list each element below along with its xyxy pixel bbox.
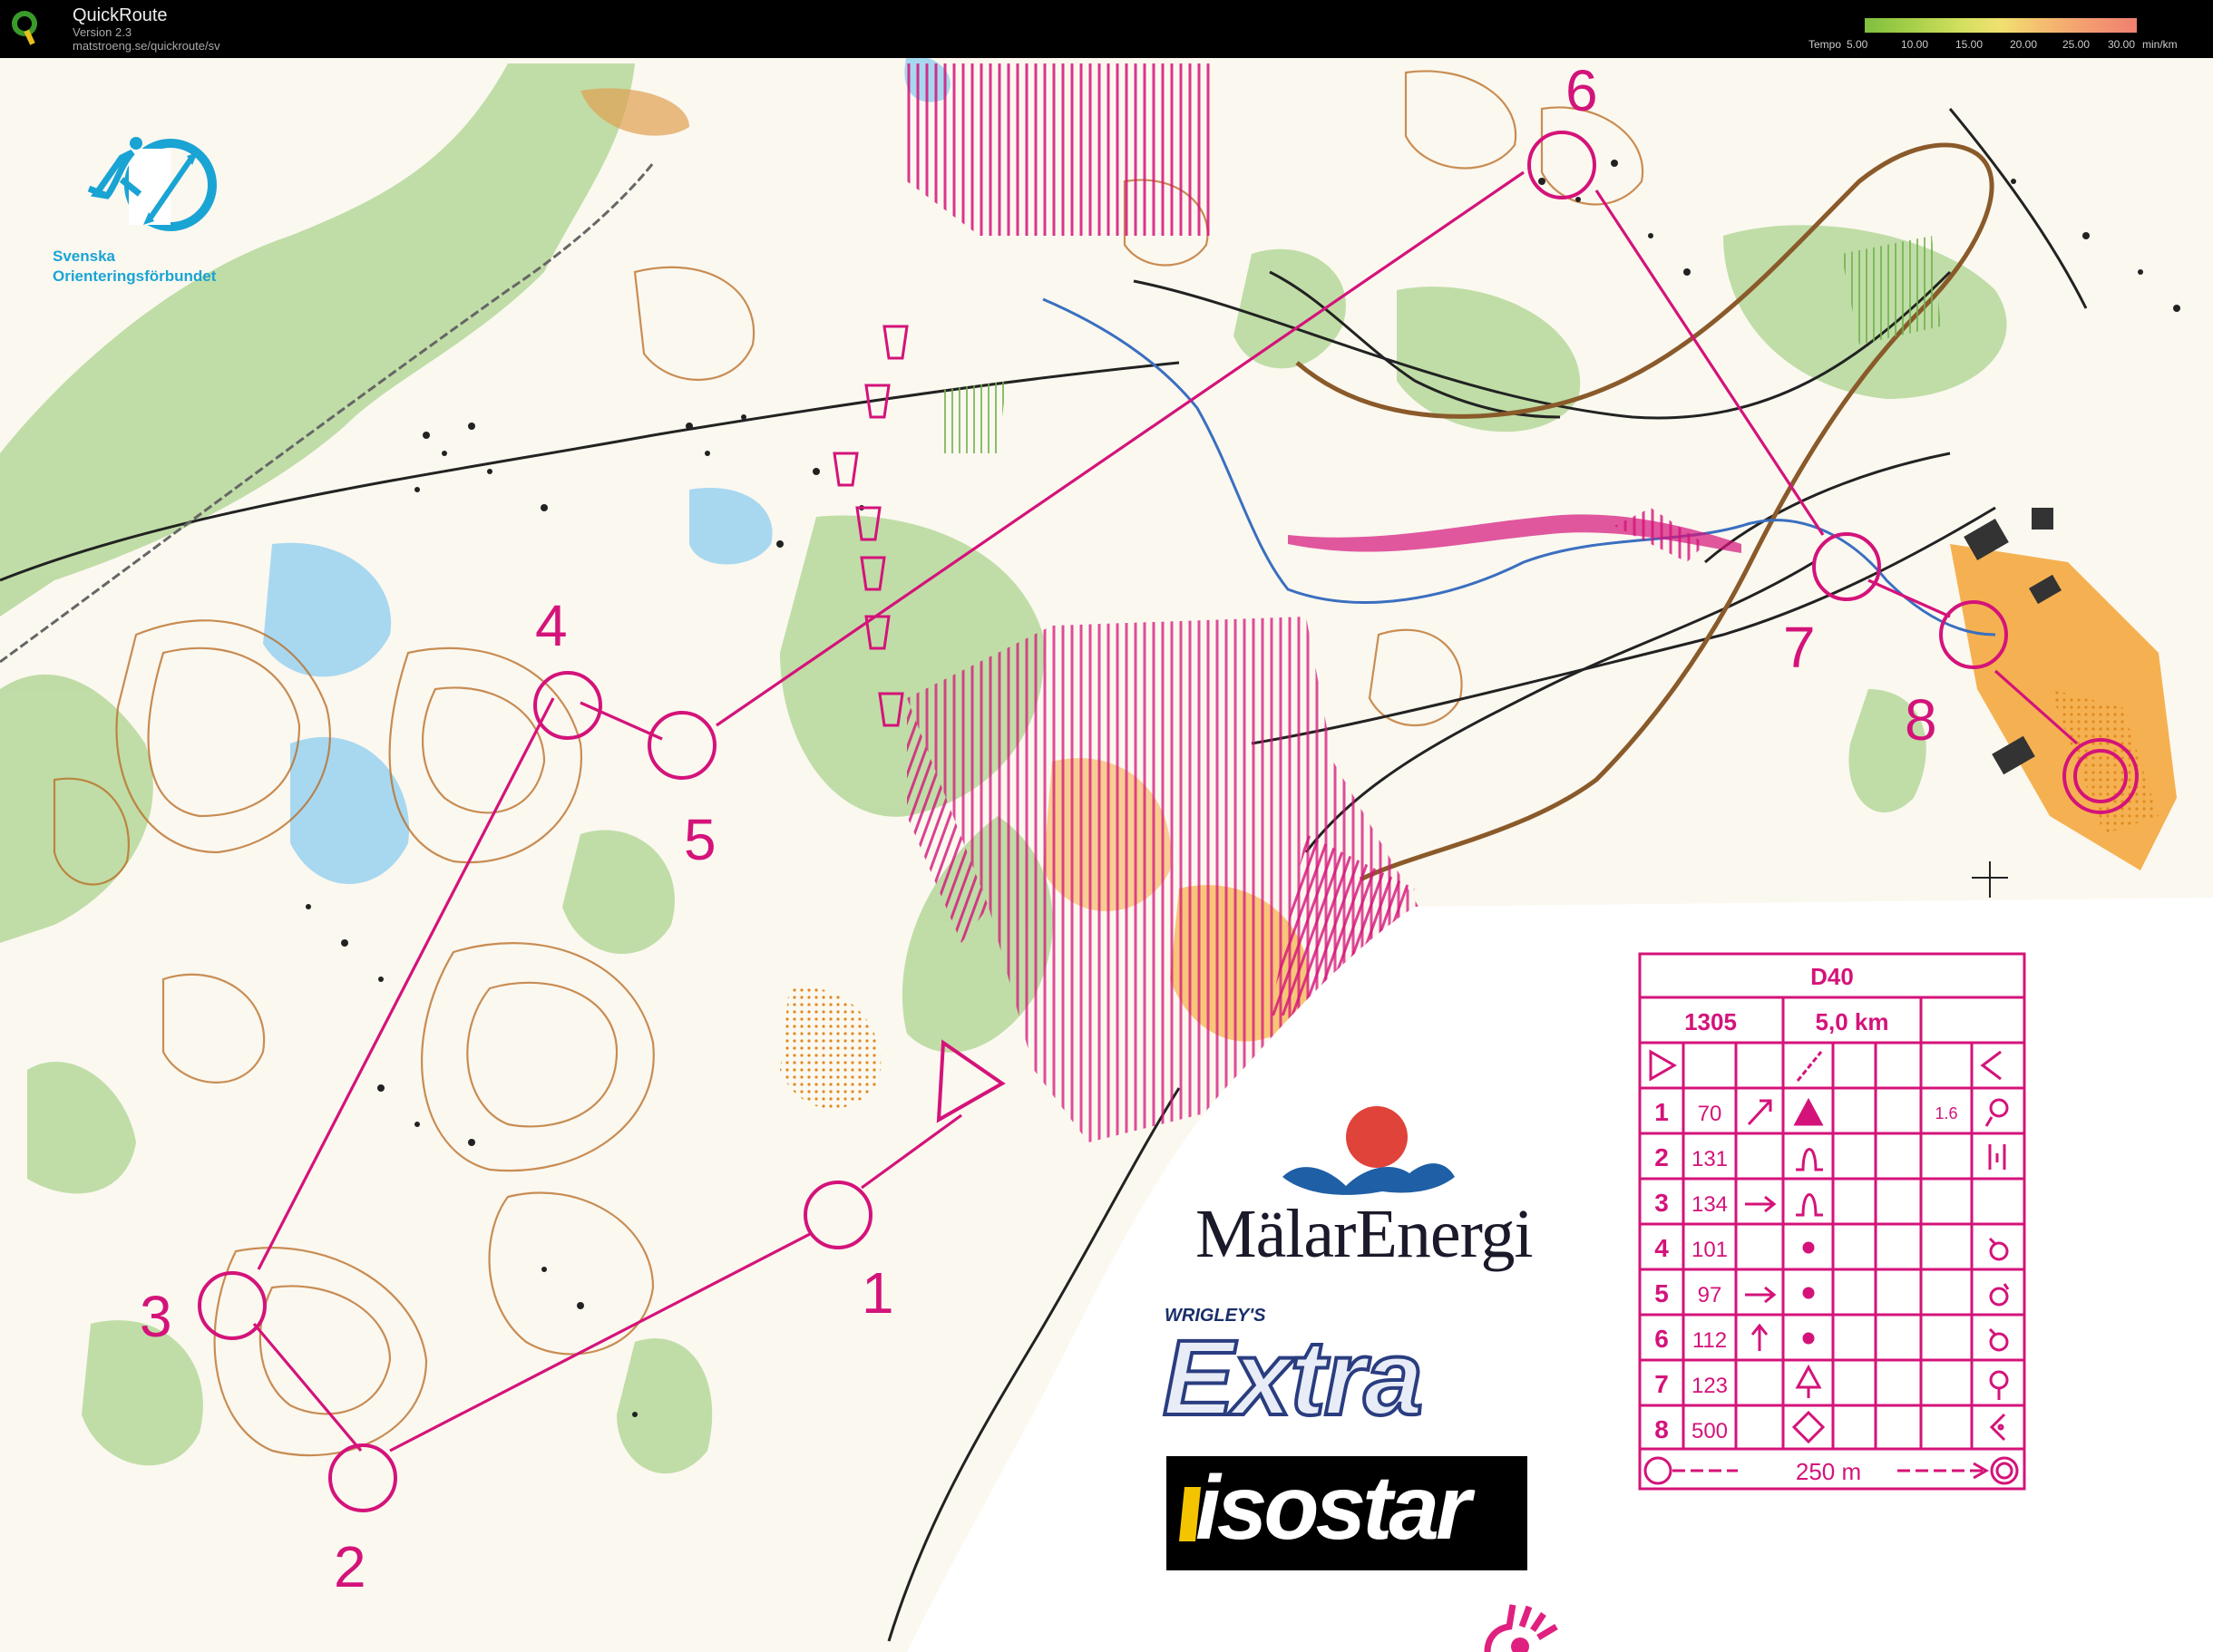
sof-logo-icon <box>87 137 217 231</box>
dot-feature-icon <box>1802 1241 1815 1254</box>
control-label-8: 8 <box>1905 687 1937 753</box>
row-code-1: 70 <box>1698 1102 1722 1126</box>
course-code: 1305 <box>1684 1008 1737 1035</box>
row-num-4: 4 <box>1654 1234 1669 1262</box>
detail-symbol-icon <box>1989 1413 2006 1442</box>
arrow-up-icon <box>1750 1323 1769 1351</box>
detail-symbol-icon <box>1989 1283 2010 1307</box>
control-label-4: 4 <box>535 593 568 658</box>
row-code-7: 123 <box>1691 1374 1728 1398</box>
tempo-tick: 30.00 <box>2108 38 2136 51</box>
course-class: D40 <box>1810 963 1854 990</box>
tempo-unit: min/km <box>2142 38 2178 51</box>
malarenergi-logo-icon <box>1282 1106 1455 1195</box>
malarenergi-logo-text: MälarEnergi <box>1195 1196 1534 1272</box>
arrow-right-icon <box>1745 1195 1777 1213</box>
hand-logo-icon <box>1484 1604 1558 1652</box>
app-url: matstroeng.se/quickroute/sv <box>73 39 220 53</box>
course-length: 5,0 km <box>1816 1008 1889 1035</box>
row-code-8: 500 <box>1691 1419 1728 1443</box>
triangle-feature-icon <box>1793 1097 1824 1126</box>
row-code-4: 101 <box>1691 1238 1728 1262</box>
tempo-tick: 5.00 <box>1847 38 1868 51</box>
row-num-3: 3 <box>1654 1189 1669 1217</box>
dot-feature-icon <box>1802 1287 1815 1299</box>
detail-symbol-icon <box>1988 1144 2006 1170</box>
tempo-tick: 10.00 <box>1901 38 1929 51</box>
detail-symbol-icon <box>1989 1370 2009 1400</box>
app-version: Version 2.3 <box>73 25 132 39</box>
quickroute-logo-icon <box>12 11 37 45</box>
control-label-3: 3 <box>140 1284 172 1349</box>
row-num-1: 1 <box>1654 1098 1669 1126</box>
app-header-bar: QuickRoute Version 2.3 matstroeng.se/qui… <box>0 0 2213 58</box>
sof-line1: Svenska <box>53 248 115 265</box>
row-code-5: 97 <box>1698 1283 1722 1307</box>
row-num-2: 2 <box>1654 1143 1669 1171</box>
arrow-right-icon <box>1745 1286 1777 1304</box>
diamond-feature-icon <box>1791 1410 1826 1444</box>
control-description-table: D40 1305 5,0 km 1 2 3 4 5 6 7 8 70 131 1… <box>1638 952 2026 1491</box>
detail-symbol-icon <box>1988 1237 2009 1261</box>
knoll-feature-icon <box>1796 1148 1823 1171</box>
row-code-6: 112 <box>1692 1328 1727 1353</box>
control-label-5: 5 <box>684 807 717 872</box>
tempo-tick: 25.00 <box>2062 38 2091 51</box>
control-label-7: 7 <box>1783 615 1816 680</box>
row-code-2: 131 <box>1691 1147 1728 1171</box>
detail-symbol-icon <box>1988 1327 2009 1352</box>
arrow-ne-icon <box>1747 1099 1772 1126</box>
row-num-8: 8 <box>1654 1415 1669 1443</box>
sof-line2: Orienteringsförbundet <box>53 267 217 285</box>
row-num-5: 5 <box>1654 1279 1669 1307</box>
sof-logo-text: Svenska Orienteringsförbundet <box>53 247 216 287</box>
row-num-6: 6 <box>1654 1325 1669 1353</box>
tempo-label: Tempo <box>1808 38 1842 51</box>
control-label-1: 1 <box>862 1260 894 1326</box>
row-extra-1: 1.6 <box>1935 1104 1957 1122</box>
finish-distance: 250 m <box>1796 1458 1861 1485</box>
detail-symbol-icon <box>1984 1098 2009 1127</box>
tempo-color-scale <box>1865 18 2137 33</box>
control-label-2: 2 <box>334 1534 366 1599</box>
extra-logo-text: Extra <box>1161 1317 1425 1440</box>
tempo-legend: Tempo 5.00 10.00 15.00 20.00 25.00 30.00… <box>1805 16 2204 53</box>
tempo-tick: 15.00 <box>1955 38 1984 51</box>
row-num-7: 7 <box>1654 1370 1669 1398</box>
app-title: QuickRoute <box>73 5 168 25</box>
dot-feature-icon <box>1802 1332 1815 1345</box>
tree-feature-icon <box>1795 1364 1822 1398</box>
knoll-feature-icon <box>1796 1193 1823 1217</box>
tempo-tick: 20.00 <box>2010 38 2038 51</box>
row-code-3: 134 <box>1691 1192 1728 1217</box>
control-label-6: 6 <box>1565 58 1598 123</box>
isostar-logo-text: isostar <box>1195 1457 1471 1559</box>
